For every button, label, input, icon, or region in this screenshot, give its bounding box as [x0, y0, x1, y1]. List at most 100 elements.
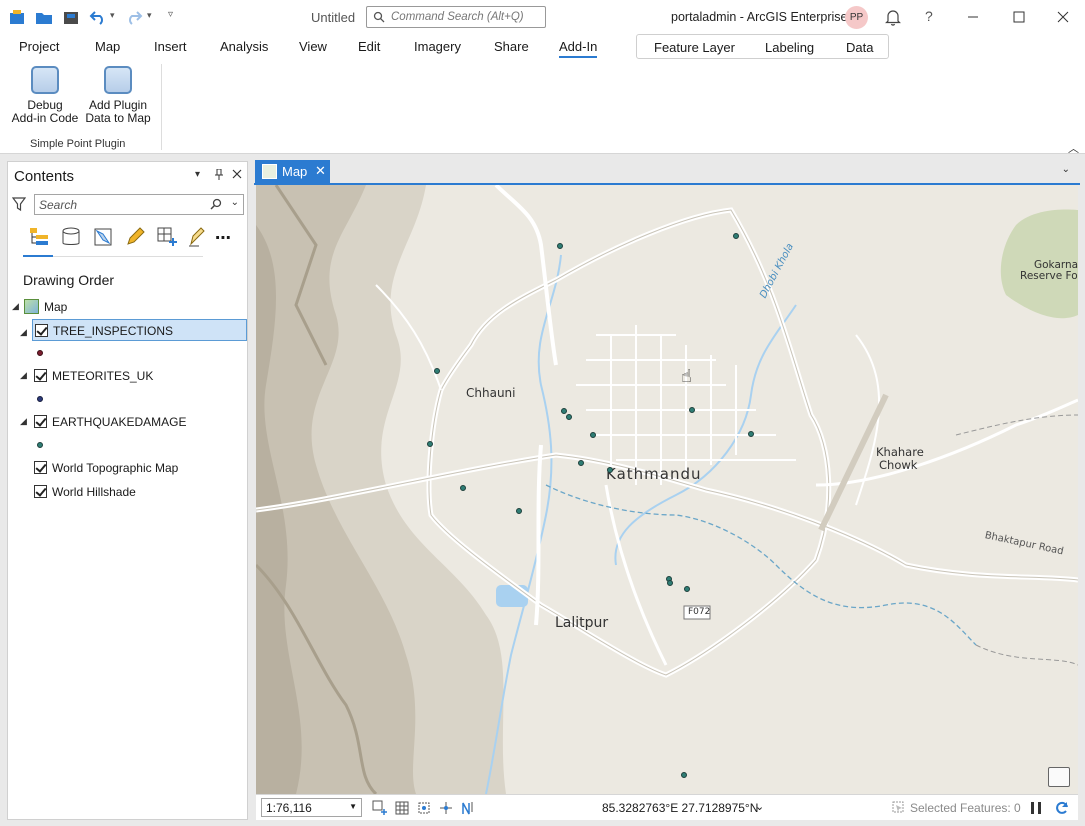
map-overview-icon[interactable]: [1048, 767, 1070, 787]
tab-labeling[interactable]: Labeling: [765, 40, 814, 55]
tab-share[interactable]: Share: [494, 39, 529, 54]
layer-meteorites-uk[interactable]: ◢ METEORITES_UK: [10, 366, 240, 386]
feature-point[interactable]: [434, 368, 440, 374]
basemap-graphics: [256, 185, 1078, 794]
tab-imagery[interactable]: Imagery: [414, 39, 461, 54]
search-options-dropdown-icon[interactable]: ⌄: [231, 197, 239, 208]
close-icon[interactable]: [1054, 8, 1072, 26]
contents-search-input[interactable]: Search ⌄: [34, 194, 244, 215]
snapping-icon[interactable]: [416, 800, 432, 816]
ribbon-tabs: Project Map Insert Analysis View Edit Im…: [0, 34, 1085, 60]
pane-options-icon[interactable]: ▾: [195, 169, 200, 180]
list-by-selection-icon[interactable]: [92, 226, 114, 248]
map-canvas[interactable]: Kathmandu Lalitpur Chhauni Khahare Chowk…: [256, 185, 1078, 794]
feature-point[interactable]: [733, 233, 739, 239]
tab-map[interactable]: Map: [95, 39, 120, 54]
selected-features-count: Selected Features: 0: [910, 801, 1021, 815]
portal-connection[interactable]: portaladmin - ArcGIS Enterprise: [671, 10, 847, 24]
command-search-input[interactable]: Command Search (Alt+Q): [366, 6, 546, 28]
collapse-layer-icon[interactable]: ◢: [20, 327, 27, 338]
tab-insert[interactable]: Insert: [154, 39, 187, 54]
map-status-bar: 1:76,116 ▼ 85.3282763°E 27.7128975°N ⌄ S…: [256, 794, 1078, 820]
close-map-tab-icon[interactable]: ✕: [315, 163, 326, 179]
tab-data[interactable]: Data: [846, 40, 873, 55]
feature-point[interactable]: [689, 407, 695, 413]
feature-point[interactable]: [460, 485, 466, 491]
scale-dropdown-icon[interactable]: ▼: [349, 802, 357, 811]
north-arrow-icon[interactable]: [460, 800, 476, 816]
collapse-ribbon-icon[interactable]: ︿: [1068, 140, 1079, 156]
label-lalitpur: Lalitpur: [555, 615, 609, 631]
collapse-map-icon[interactable]: ◢: [12, 301, 19, 312]
open-project-icon[interactable]: [35, 8, 53, 26]
layer-visibility-checkbox[interactable]: [35, 324, 48, 337]
map-scale-selector[interactable]: 1:76,116 ▼: [261, 798, 362, 817]
tab-feature-layer[interactable]: Feature Layer: [654, 40, 735, 55]
help-icon[interactable]: ?: [925, 8, 943, 26]
refresh-icon[interactable]: [1054, 800, 1070, 816]
tab-map-view[interactable]: Map ✕: [255, 160, 330, 184]
minimize-icon[interactable]: [964, 8, 982, 26]
layer-visibility-checkbox[interactable]: [34, 485, 47, 498]
pin-icon[interactable]: [214, 168, 224, 183]
search-icon[interactable]: [210, 198, 223, 211]
redo-icon[interactable]: [125, 8, 143, 26]
feature-point[interactable]: [561, 408, 567, 414]
tab-analysis[interactable]: Analysis: [220, 39, 268, 54]
layer-visibility-checkbox[interactable]: [34, 415, 47, 428]
grid-icon[interactable]: [394, 800, 410, 816]
tree-map-root[interactable]: ◢ Map: [10, 297, 240, 317]
redo-dropdown-icon[interactable]: ▾: [147, 10, 165, 28]
layer-tree-inspections[interactable]: TREE_INSPECTIONS: [32, 319, 247, 341]
feature-point[interactable]: [590, 432, 596, 438]
tab-project[interactable]: Project: [19, 39, 59, 54]
feature-point[interactable]: [684, 586, 690, 592]
layer-visibility-checkbox[interactable]: [34, 369, 47, 382]
layer-visibility-checkbox[interactable]: [34, 461, 47, 474]
feature-point[interactable]: [681, 772, 687, 778]
fixed-zoom-icon[interactable]: [372, 800, 388, 816]
customize-toolbar-icon[interactable]: ▿: [168, 9, 186, 27]
list-by-data-source-icon[interactable]: [60, 226, 82, 248]
avatar[interactable]: PP: [845, 6, 868, 29]
tab-list-dropdown-icon[interactable]: ⌄: [1062, 164, 1070, 175]
feature-point[interactable]: [557, 243, 563, 249]
feature-point[interactable]: [566, 414, 572, 420]
list-by-editing-icon[interactable]: [124, 226, 146, 248]
layer-world-hillshade[interactable]: World Hillshade: [10, 482, 240, 502]
list-by-drawing-order-icon[interactable]: [28, 226, 50, 248]
list-by-snapping-icon[interactable]: [156, 226, 178, 248]
collapse-layer-icon[interactable]: ◢: [20, 416, 27, 427]
ribbon-panel: Debug Add-in Code Add Plugin Data to Map…: [0, 60, 1085, 156]
tab-view[interactable]: View: [299, 39, 327, 54]
layer-earthquakedamage[interactable]: ◢ EARTHQUAKEDAMAGE: [10, 412, 240, 432]
feature-point[interactable]: [748, 431, 754, 437]
list-by-labeling-icon[interactable]: [186, 226, 208, 248]
maximize-icon[interactable]: [1010, 8, 1028, 26]
inference-icon[interactable]: [438, 800, 454, 816]
feature-point[interactable]: [516, 508, 522, 514]
collapse-layer-icon[interactable]: ◢: [20, 370, 27, 381]
add-plugin-data-button[interactable]: Add Plugin Data to Map: [84, 64, 152, 125]
more-options-icon[interactable]: ⋯: [215, 228, 237, 250]
notifications-icon[interactable]: [884, 8, 902, 26]
coordinate-format-dropdown-icon[interactable]: ⌄: [755, 800, 764, 813]
pause-drawing-icon[interactable]: [1028, 800, 1044, 816]
layer-world-topographic-map[interactable]: World Topographic Map: [10, 458, 240, 478]
feature-point[interactable]: [607, 467, 613, 473]
feature-point[interactable]: [667, 580, 673, 586]
layer-name: METEORITES_UK: [52, 369, 154, 383]
close-pane-icon[interactable]: [232, 169, 242, 182]
filter-icon[interactable]: [11, 196, 27, 215]
tab-add-in[interactable]: Add-In: [559, 39, 598, 58]
save-project-icon[interactable]: [62, 8, 80, 26]
feature-point[interactable]: [578, 460, 584, 466]
layer-name: EARTHQUAKEDAMAGE: [52, 415, 187, 429]
add-in-button-icon: [31, 66, 59, 94]
tab-edit[interactable]: Edit: [358, 39, 380, 54]
feature-point[interactable]: [427, 441, 433, 447]
undo-icon[interactable]: [89, 8, 107, 26]
contents-search-placeholder: Search: [39, 198, 78, 212]
new-project-icon[interactable]: [8, 8, 26, 26]
debug-add-in-code-button[interactable]: Debug Add-in Code: [8, 64, 82, 125]
